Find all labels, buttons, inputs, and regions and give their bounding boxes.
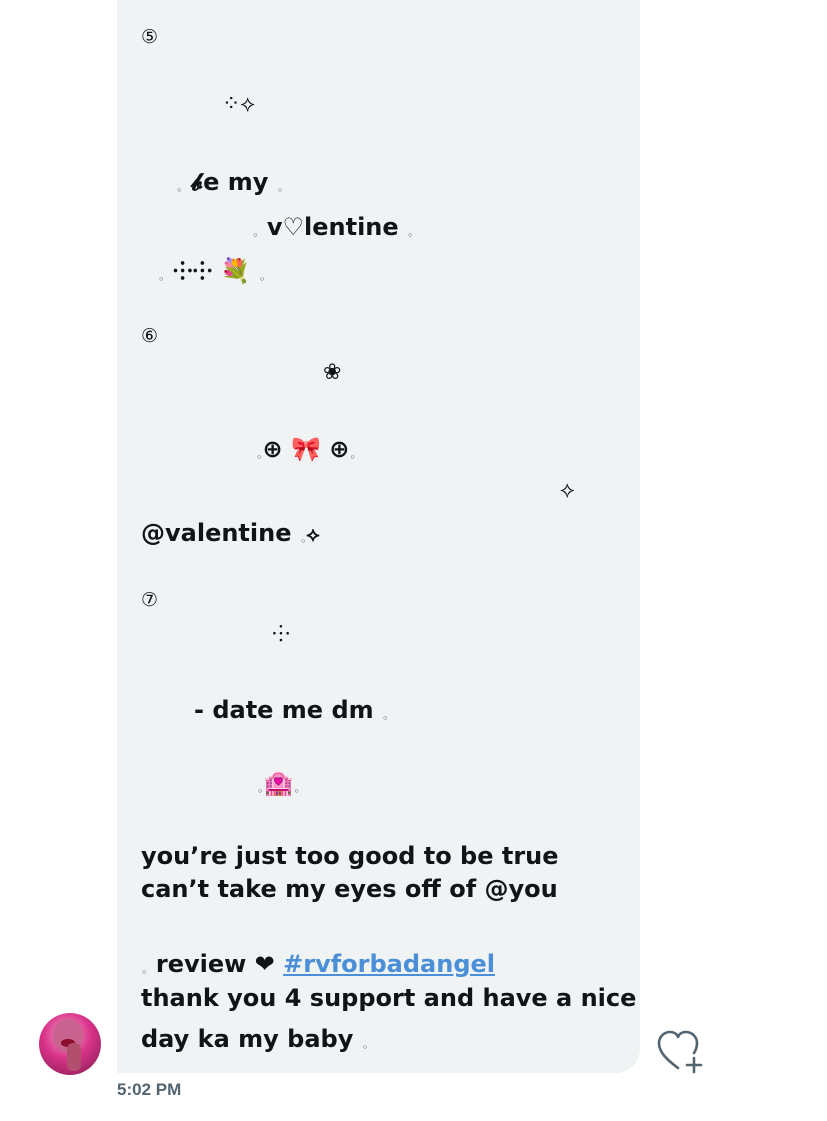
sparkle-symbol-2: ⟡ <box>560 478 575 503</box>
section-number-7: ⑦ <box>141 589 159 611</box>
line-review: ◦ review ❤ #rvforbadangel <box>141 950 495 979</box>
text-bow-row: ◦⊕ 🎀 ⊕◦ <box>256 435 356 464</box>
text-date-me: - date me dm ◦ <box>194 696 389 725</box>
line-too-good: you’re just too good to be true <box>141 842 559 870</box>
text-be-my: ◦ 𝓫e my ◦ <box>176 168 284 197</box>
text-valentine: ◦ v♡lentine ◦ <box>252 213 414 242</box>
flower-icon: ❀ <box>323 360 342 385</box>
cross-symbol: ⸭ <box>272 622 291 647</box>
hashtag-link[interactable]: #rvforbadangel <box>283 950 495 978</box>
text-flowers: ◦ ⸭⸭ 💐 ◦ <box>158 257 266 286</box>
sparkle-symbol: ⁘⟡ <box>222 92 255 117</box>
section-number-6: ⑥ <box>141 325 159 347</box>
section-number-5: ⑤ <box>141 26 159 48</box>
line-thank-you: thank you 4 support and have a nice <box>141 984 637 1012</box>
line-day: day ka my baby ◦ <box>141 1025 369 1054</box>
text-at-valentine: @valentine ◦⟡ <box>141 519 320 548</box>
text-house: ◦🏩◦ <box>257 769 300 798</box>
user-avatar[interactable] <box>39 1013 101 1075</box>
timestamp: 5:02 PM <box>117 1080 182 1099</box>
heart-plus-icon[interactable] <box>656 1028 708 1074</box>
avatar-hand <box>67 1043 81 1071</box>
line-eyes: can’t take my eyes off of @you <box>141 875 558 903</box>
